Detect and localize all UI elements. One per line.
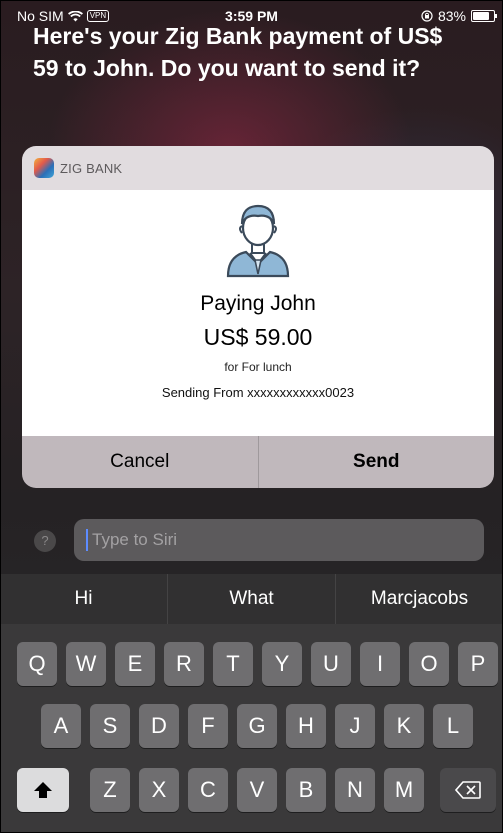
- text-caret: [86, 529, 88, 551]
- key-p[interactable]: P: [458, 642, 498, 686]
- payee-label: Paying John: [200, 292, 316, 315]
- key-a[interactable]: A: [41, 704, 81, 748]
- key-l[interactable]: L: [433, 704, 473, 748]
- key-o[interactable]: O: [409, 642, 449, 686]
- payment-card: ZIG BANK Paying John US$ 59.00 for For l…: [22, 146, 494, 488]
- key-d[interactable]: D: [139, 704, 179, 748]
- zig-bank-logo-icon: [34, 158, 54, 178]
- shift-key[interactable]: [17, 768, 69, 812]
- key-e[interactable]: E: [115, 642, 155, 686]
- key-g[interactable]: G: [237, 704, 277, 748]
- key-c[interactable]: C: [188, 768, 228, 812]
- key-s[interactable]: S: [90, 704, 130, 748]
- key-j[interactable]: J: [335, 704, 375, 748]
- key-x[interactable]: X: [139, 768, 179, 812]
- battery-icon: [471, 10, 497, 22]
- type-to-siri-input[interactable]: [90, 529, 454, 551]
- key-n[interactable]: N: [335, 768, 375, 812]
- suggestion-item[interactable]: What: [167, 574, 335, 624]
- key-b[interactable]: B: [286, 768, 326, 812]
- key-h[interactable]: H: [286, 704, 326, 748]
- card-header: ZIG BANK: [22, 146, 494, 190]
- key-k[interactable]: K: [384, 704, 424, 748]
- app-name: ZIG BANK: [60, 160, 123, 176]
- cancel-button[interactable]: Cancel: [22, 436, 259, 488]
- key-v[interactable]: V: [237, 768, 277, 812]
- key-m[interactable]: M: [384, 768, 424, 812]
- key-w[interactable]: W: [66, 642, 106, 686]
- keyboard: Hi What Marcjacobs Q W E R T Y U I O P A…: [0, 574, 503, 833]
- send-button[interactable]: Send: [259, 436, 495, 488]
- key-f[interactable]: F: [188, 704, 228, 748]
- card-actions: Cancel Send: [22, 436, 494, 488]
- payment-note: for For lunch: [224, 360, 292, 374]
- siri-input-field[interactable]: [74, 519, 484, 561]
- key-z[interactable]: Z: [90, 768, 130, 812]
- siri-response-text: Here's your Zig Bank payment of US$ 59 t…: [33, 23, 443, 81]
- source-account: Sending From xxxxxxxxxxxx0023: [161, 385, 355, 400]
- person-avatar-icon: [226, 204, 290, 278]
- key-u[interactable]: U: [311, 642, 351, 686]
- suggestion-bar: Hi What Marcjacobs: [0, 574, 503, 624]
- key-q[interactable]: Q: [17, 642, 57, 686]
- card-body: Paying John US$ 59.00 for For lunch Send…: [22, 190, 494, 436]
- backspace-key[interactable]: [440, 768, 496, 812]
- key-i[interactable]: I: [360, 642, 400, 686]
- key-y[interactable]: Y: [262, 642, 302, 686]
- suggestion-item[interactable]: Marcjacobs: [335, 574, 503, 624]
- key-r[interactable]: R: [164, 642, 204, 686]
- siri-help-button[interactable]: ?: [34, 530, 56, 552]
- shift-icon: [34, 782, 52, 798]
- key-t[interactable]: T: [213, 642, 253, 686]
- payment-amount: US$ 59.00: [203, 324, 313, 350]
- suggestion-item[interactable]: Hi: [0, 574, 167, 624]
- backspace-icon: [455, 781, 481, 799]
